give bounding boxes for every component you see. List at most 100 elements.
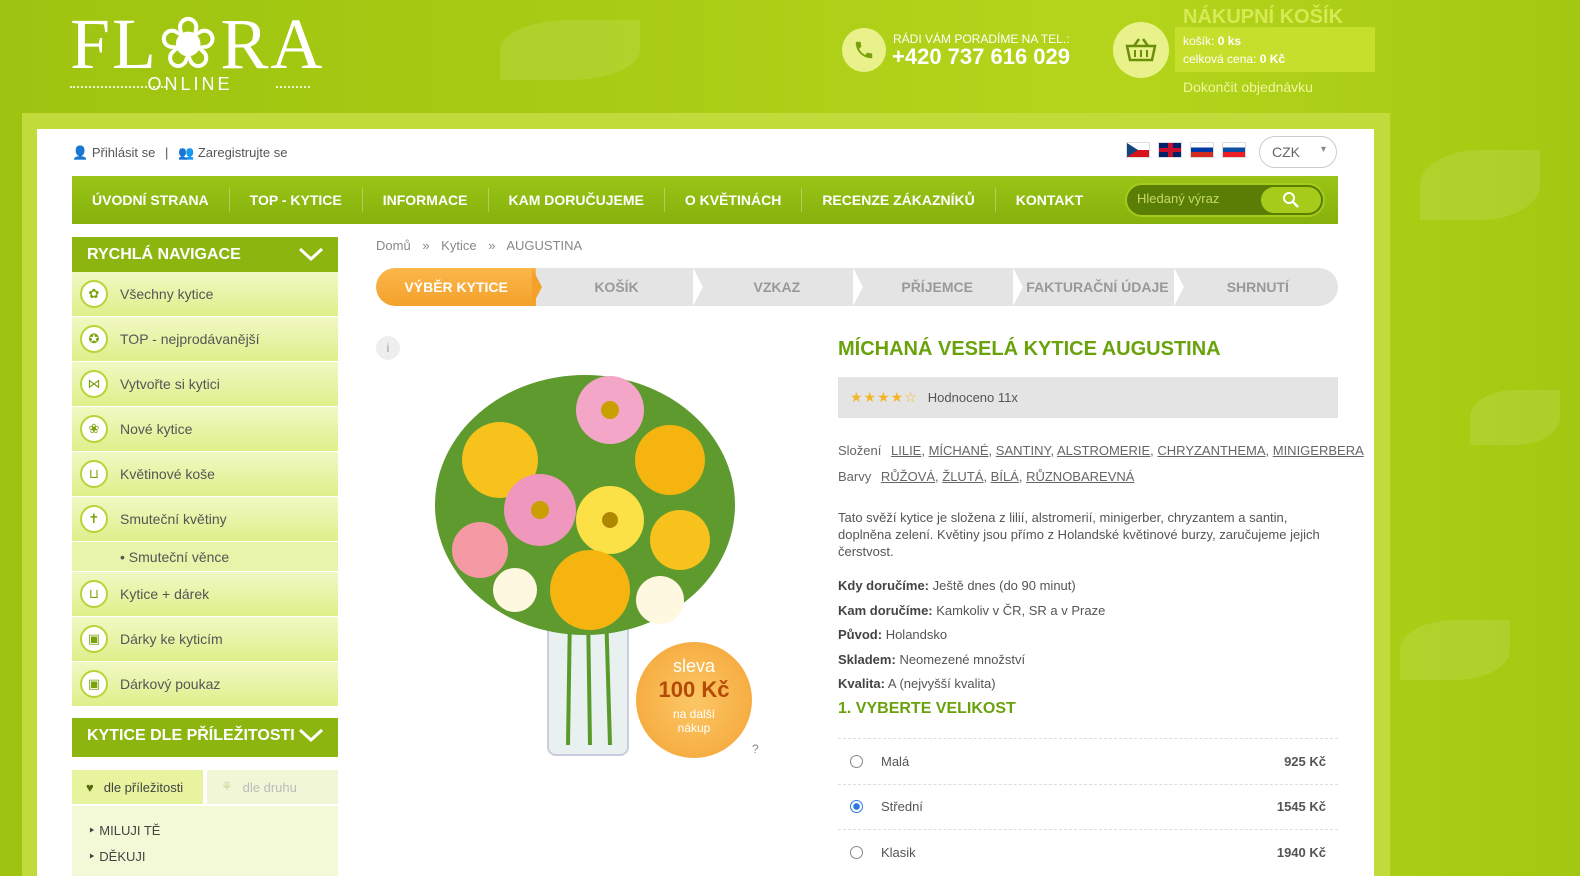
flag-cz-icon[interactable] — [1126, 142, 1150, 158]
breadcrumb-category[interactable]: Kytice — [441, 238, 476, 253]
breadcrumb-sep: » — [488, 238, 496, 253]
nav-item-reviews[interactable]: RECENZE ZÁKAZNÍKŮ — [802, 188, 996, 212]
breadcrumb-home[interactable]: Domů — [376, 238, 411, 253]
fact-value: A (nejvyšší kvalita) — [887, 676, 996, 691]
step-label: SHRNUTÍ — [1226, 279, 1289, 295]
fact-label: Skladem: — [838, 651, 896, 667]
composition-row: Složení LILIE, MÍCHANÉ, SANTINY, ALSTROM… — [838, 443, 1364, 458]
step-summary[interactable]: SHRNUTÍ — [1178, 268, 1338, 306]
fact-value: Ještě dnes (do 90 minut) — [932, 578, 1076, 593]
nav-item-info[interactable]: INFORMACE — [363, 188, 489, 212]
user-links: 👤 Přihlásit se | 👥 Zaregistrujte se — [72, 145, 287, 161]
step-billing[interactable]: FAKTURAČNÍ ÚDAJE — [1017, 268, 1184, 306]
sidebar-item-funeral[interactable]: ✝ Smuteční květiny — [72, 497, 338, 542]
composition-link[interactable]: LILIE — [891, 443, 921, 458]
logo-text: FL❀RA — [70, 4, 325, 84]
step-message[interactable]: VZKAZ — [697, 268, 863, 306]
step-label: VÝBĚR KYTICE — [404, 279, 508, 295]
step-select-bouquet[interactable]: VÝBĚR KYTICE — [376, 268, 543, 306]
phone-number[interactable]: +420 737 616 029 — [892, 44, 1070, 70]
flag-uk-icon[interactable] — [1158, 142, 1182, 158]
quick-nav-title: RYCHLÁ NAVIGACE — [87, 246, 241, 263]
sidebar-item-voucher[interactable]: ▣ Dárkový poukaz — [72, 662, 338, 707]
occasion-item[interactable]: ‣ DĚKUJI — [72, 844, 338, 870]
star-rating: ★★★★☆ — [850, 389, 918, 405]
badge-line1: sleva — [672, 656, 716, 676]
basket-icon[interactable] — [1113, 22, 1169, 78]
composition-link[interactable]: MINIGERBERA — [1273, 443, 1364, 458]
heart-icon: ♥ — [86, 779, 94, 795]
breadcrumb: Domů » Kytice » AUGUSTINA — [376, 238, 582, 253]
composition-link[interactable]: CHRYZANTHEMA — [1157, 443, 1265, 458]
step-recipient[interactable]: PŘÍJEMCE — [857, 268, 1024, 306]
search-button[interactable] — [1261, 187, 1321, 213]
tulip-icon: ⚘ — [221, 779, 233, 794]
sidebar-item-create[interactable]: ⋈ Vytvořte si kytici — [72, 362, 338, 407]
size-radio[interactable] — [850, 754, 863, 768]
cart-total-value: 0 Kč — [1259, 52, 1286, 66]
site-logo[interactable]: FL❀RA ONLINE — [70, 4, 325, 98]
sidebar-item-label: Vytvořte si kytici — [120, 376, 220, 392]
step-divider — [1173, 268, 1184, 306]
login-link[interactable]: Přihlásit se — [92, 145, 156, 160]
chevron-down-icon — [298, 247, 324, 262]
sidebar-item-all-bouquets[interactable]: ✿ Všechny kytice — [72, 272, 338, 317]
finish-order-link[interactable]: Dokončit objednávku — [1183, 79, 1313, 95]
fact-row: Kvalita: A (nejvyšší kvalita) — [838, 672, 1105, 697]
composition-link[interactable]: MÍCHANÉ — [929, 443, 989, 458]
size-option-classic[interactable]: Klasik 1940 Kč — [838, 829, 1338, 875]
size-price: 925 Kč — [1284, 753, 1326, 769]
register-link[interactable]: Zaregistrujte se — [198, 145, 288, 160]
composition-link[interactable]: SANTINY — [996, 443, 1051, 458]
help-icon[interactable]: ? — [752, 742, 759, 756]
sidebar-item-bouquet-gift[interactable]: ⊔ Kytice + dárek — [72, 572, 338, 617]
occasion-header[interactable]: KYTICE DLE PŘÍLEŽITOSTI — [72, 718, 338, 757]
basket-icon: ⊔ — [80, 460, 108, 488]
composition-link[interactable]: ALSTROMERIE — [1057, 443, 1150, 458]
flag-sk-icon[interactable] — [1222, 142, 1246, 158]
flag-ru-icon[interactable] — [1190, 142, 1214, 158]
color-link[interactable]: RŮŽOVÁ — [881, 469, 935, 484]
size-option-small[interactable]: Malá 925 Kč — [838, 738, 1338, 784]
color-link[interactable]: RŮZNOBAREVNÁ — [1026, 469, 1134, 484]
nav-item-contact[interactable]: KONTAKT — [996, 188, 1103, 212]
nav-item-home[interactable]: ÚVODNÍ STRANA — [72, 188, 230, 212]
sidebar-item-top[interactable]: ✪ TOP - nejprodávanější — [72, 317, 338, 362]
currency-select[interactable]: CZK ▾ — [1259, 136, 1337, 168]
step-label: PŘÍJEMCE — [901, 279, 973, 295]
tab-by-type[interactable]: ⚘ dle druhu — [207, 770, 338, 804]
currency-value: CZK — [1272, 144, 1300, 160]
sidebar-subitem-wreaths[interactable]: • Smuteční věnce — [72, 542, 338, 572]
tab-label: dle příležitosti — [103, 779, 184, 795]
info-icon[interactable]: i — [376, 336, 400, 360]
color-link[interactable]: ŽLUTÁ — [942, 469, 983, 484]
step-divider — [852, 268, 863, 306]
size-radio[interactable] — [850, 800, 863, 814]
nav-item-delivery[interactable]: KAM DORUČUJEME — [489, 188, 665, 212]
award-icon: ✪ — [80, 325, 108, 353]
fact-row: Původ: Holandsko — [838, 623, 1105, 648]
nav-item-top[interactable]: TOP - KYTICE — [230, 188, 363, 212]
size-option-medium[interactable]: Střední 1545 Kč — [838, 783, 1338, 830]
step-divider — [532, 268, 543, 306]
background-leaf — [1400, 620, 1510, 680]
step-label: FAKTURAČNÍ ÚDAJE — [1026, 279, 1169, 295]
quick-nav-header[interactable]: RYCHLÁ NAVIGACE — [72, 237, 338, 273]
sidebar-item-new[interactable]: ❀ Nové kytice — [72, 407, 338, 452]
size-radio[interactable] — [850, 845, 863, 859]
checkout-steps: VÝBĚR KYTICE KOŠÍK VZKAZ PŘÍJEMCE FAKTUR… — [376, 268, 1338, 306]
color-link[interactable]: BÍLÁ — [991, 469, 1019, 484]
phone-icon — [842, 28, 886, 72]
sidebar-item-baskets[interactable]: ⊔ Květinové koše — [72, 452, 338, 497]
step-label: KOŠÍK — [594, 279, 639, 295]
sidebar-item-gifts[interactable]: ▣ Dárky ke kyticím — [72, 617, 338, 662]
search-input[interactable] — [1137, 191, 1257, 206]
step-cart[interactable]: KOŠÍK — [536, 268, 703, 306]
occasion-item[interactable]: ‣ MILUJI TĚ — [72, 806, 338, 844]
cart-summary[interactable]: košík: 0 ks celková cena: 0 Kč — [1175, 27, 1375, 72]
colors-row: Barvy RŮŽOVÁ, ŽLUTÁ, BÍLÁ, RŮZNOBAREVNÁ — [838, 469, 1135, 484]
cross-icon: ✝ — [80, 505, 108, 533]
nav-item-about-flowers[interactable]: O KVĚTINÁCH — [665, 188, 803, 212]
flower-icon: ✿ — [80, 280, 108, 308]
tab-by-occasion[interactable]: ♥ dle příležitosti — [72, 770, 203, 804]
